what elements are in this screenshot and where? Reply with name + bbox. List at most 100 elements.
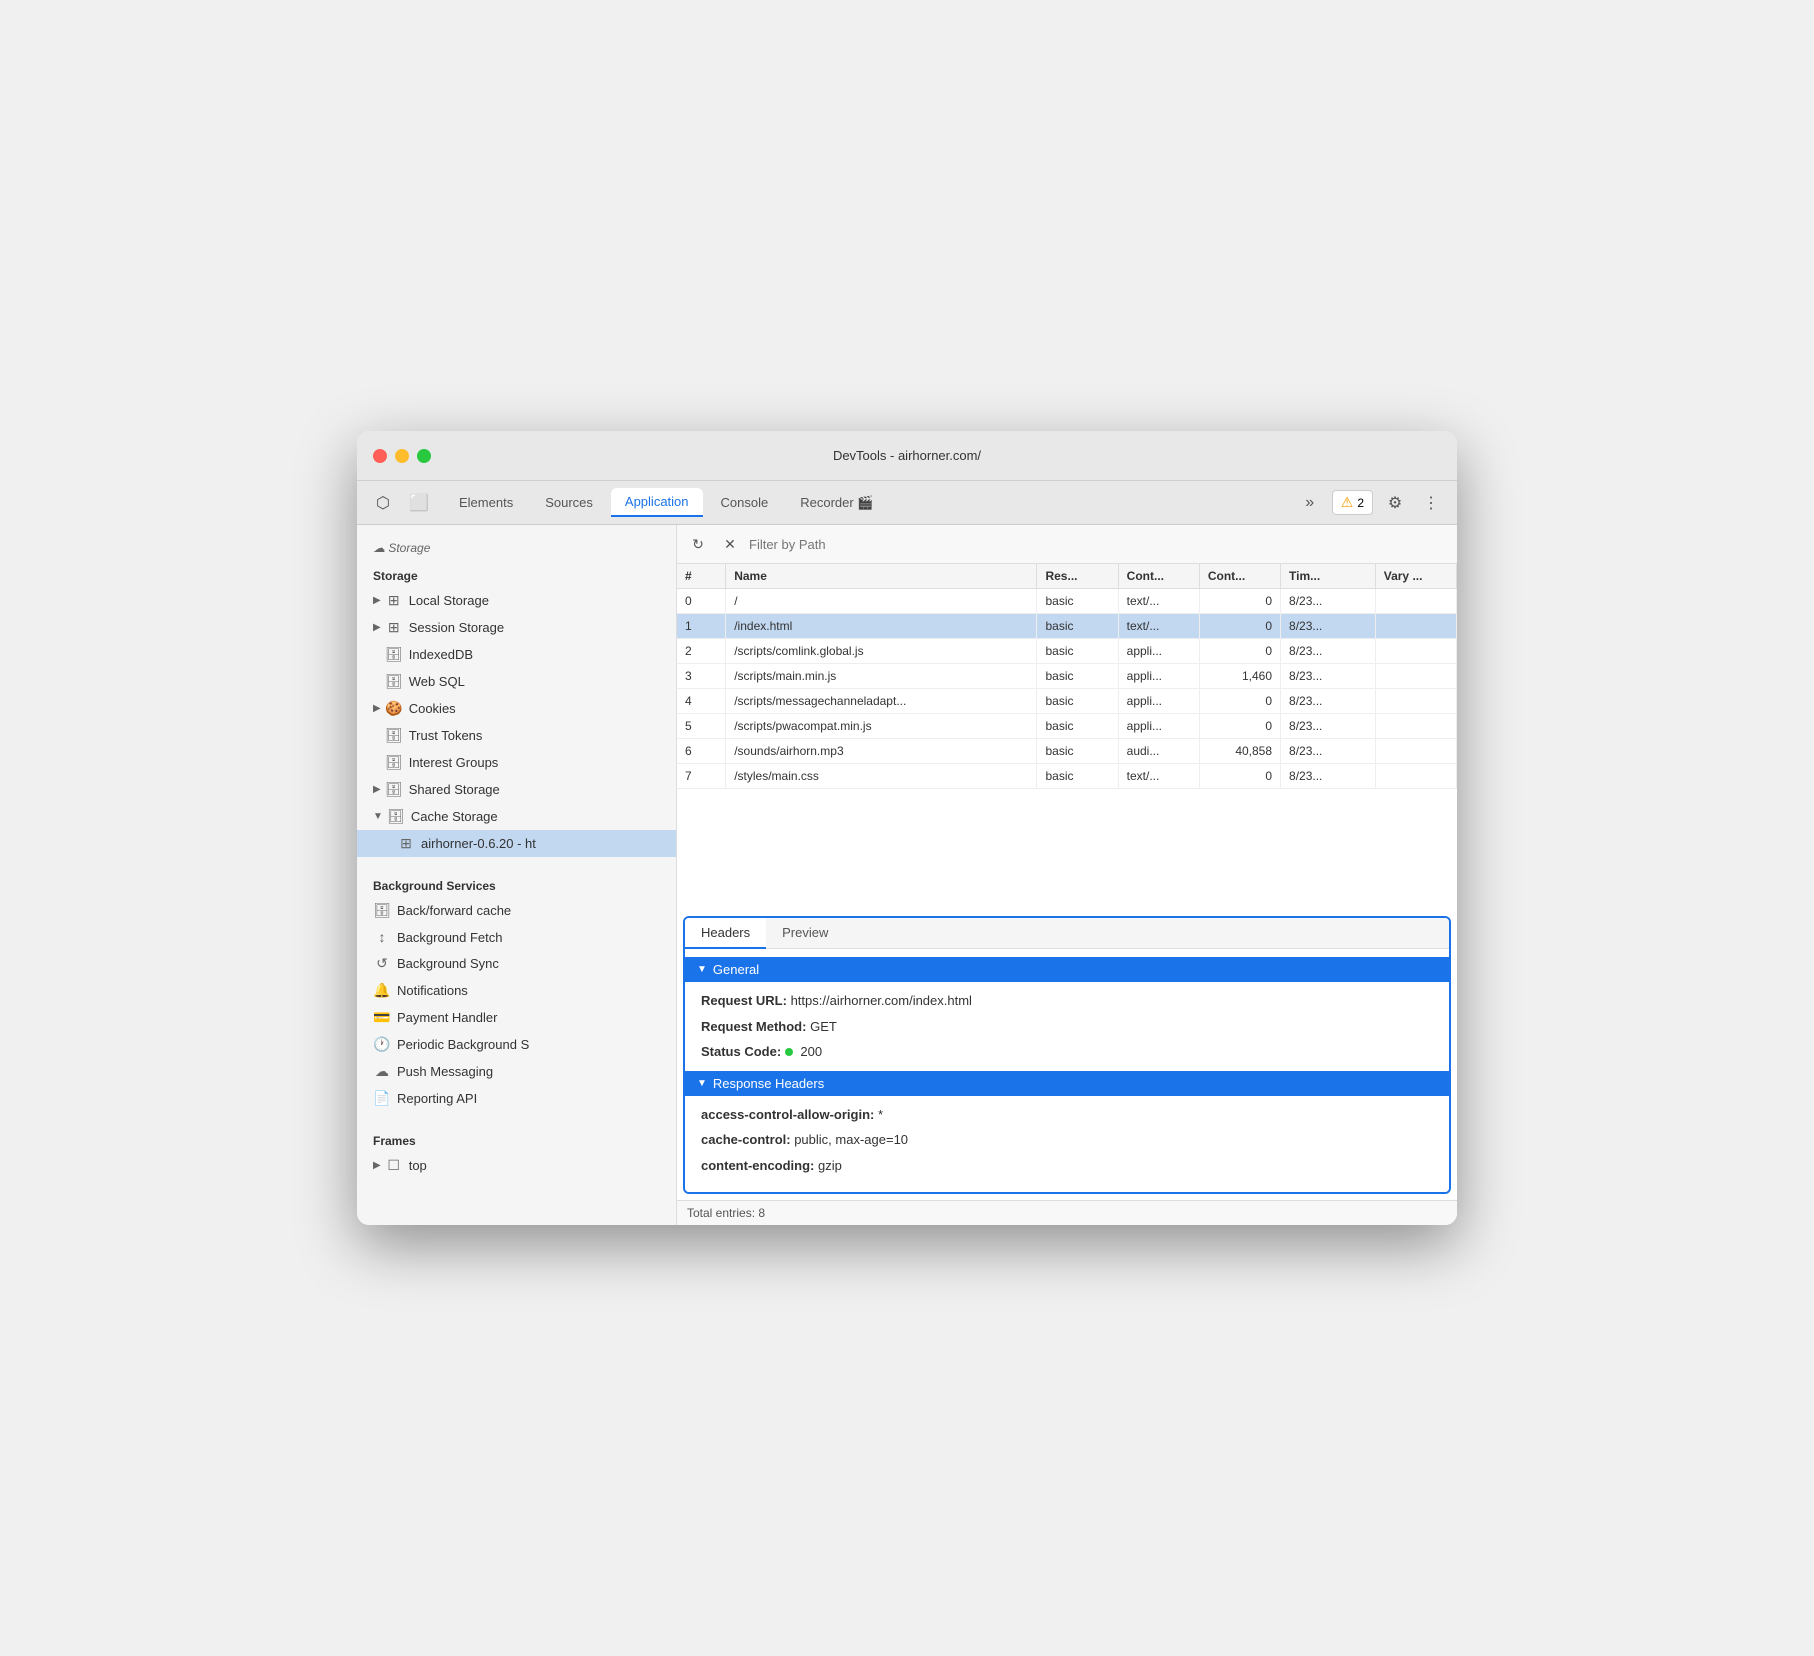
general-section-header[interactable]: ▼ General — [685, 957, 1449, 982]
cookies-label: Cookies — [409, 701, 456, 716]
col-header-num[interactable]: # — [677, 564, 726, 589]
tab-recorder[interactable]: Recorder 🎬 — [786, 489, 887, 517]
sidebar-item-back-forward[interactable]: 🗄 Back/forward cache — [357, 897, 676, 924]
cell-vary — [1375, 639, 1456, 664]
push-messaging-label: Push Messaging — [397, 1064, 493, 1079]
cell-time: 8/23... — [1281, 639, 1376, 664]
col-header-time[interactable]: Tim... — [1281, 564, 1376, 589]
expand-arrow-cookies: ▶ — [373, 703, 381, 714]
col-header-res[interactable]: Res... — [1037, 564, 1118, 589]
cursor-icon[interactable]: ⬡ — [369, 489, 397, 517]
table-row[interactable]: 6 /sounds/airhorn.mp3 basic audi... 40,8… — [677, 739, 1457, 764]
cell-name: /scripts/comlink.global.js — [726, 639, 1037, 664]
sidebar-item-push-messaging[interactable]: ☁ Push Messaging — [357, 1058, 676, 1085]
sidebar: ☁ Storage Storage ▶ ⊞ Local Storage ▶ ⊞ … — [357, 525, 677, 1225]
session-storage-label: Session Storage — [409, 620, 504, 635]
cell-name: /scripts/pwacompat.min.js — [726, 714, 1037, 739]
sidebar-item-periodic-bg[interactable]: 🕐 Periodic Background S — [357, 1031, 676, 1058]
notifications-label: Notifications — [397, 983, 468, 998]
tab-bar: ⬡ ⬜ Elements Sources Application Console… — [357, 481, 1457, 525]
cell-num: 4 — [677, 689, 726, 714]
cell-name: /scripts/main.min.js — [726, 664, 1037, 689]
sidebar-item-cookies[interactable]: ▶ 🍪 Cookies — [357, 695, 676, 722]
cell-res: basic — [1037, 739, 1118, 764]
sidebar-item-session-storage[interactable]: ▶ ⊞ Session Storage — [357, 614, 676, 641]
sidebar-item-websql[interactable]: ▶ 🗄 Web SQL — [357, 668, 676, 695]
shared-storage-label: Shared Storage — [409, 782, 500, 797]
general-entries: Request URL: https://airhorner.com/index… — [685, 982, 1449, 1071]
filter-input[interactable] — [749, 537, 1449, 552]
sidebar-item-payment-handler[interactable]: 💳 Payment Handler — [357, 1004, 676, 1031]
request-url-key: Request URL: — [701, 993, 787, 1008]
indexeddb-label: IndexedDB — [409, 647, 473, 662]
tab-console[interactable]: Console — [707, 489, 783, 516]
cell-vary — [1375, 764, 1456, 789]
sidebar-item-reporting-api[interactable]: 📄 Reporting API — [357, 1085, 676, 1112]
inspect-icon[interactable]: ⬜ — [405, 489, 433, 517]
expand-arrow-cache: ▼ — [373, 811, 383, 822]
close-button[interactable] — [373, 449, 387, 463]
request-url-value: https://airhorner.com/index.html — [791, 993, 972, 1008]
cell-time: 8/23... — [1281, 589, 1376, 614]
storage-section-header: Storage — [357, 559, 676, 587]
bg-sync-icon: ↺ — [373, 955, 391, 972]
status-dot-icon — [785, 1048, 793, 1056]
tab-headers[interactable]: Headers — [685, 918, 766, 949]
table-row[interactable]: 4 /scripts/messagechanneladapt... basic … — [677, 689, 1457, 714]
header-content-encoding-key: content-encoding: — [701, 1158, 814, 1173]
table-row[interactable]: 7 /styles/main.css basic text/... 0 8/23… — [677, 764, 1457, 789]
bg-fetch-label: Background Fetch — [397, 930, 503, 945]
status-code-entry: Status Code: 200 — [701, 1039, 1433, 1065]
col-header-cont1[interactable]: Cont... — [1118, 564, 1199, 589]
sidebar-item-cache-entry[interactable]: ⊞ airhorner-0.6.20 - ht — [357, 830, 676, 857]
sidebar-item-shared-storage[interactable]: ▶ 🗄 Shared Storage — [357, 776, 676, 803]
devtools-window: DevTools - airhorner.com/ ⬡ ⬜ Elements S… — [357, 431, 1457, 1225]
warning-badge[interactable]: ⚠ 2 — [1332, 490, 1373, 515]
table-row[interactable]: 2 /scripts/comlink.global.js basic appli… — [677, 639, 1457, 664]
sidebar-item-bg-fetch[interactable]: ↕ Background Fetch — [357, 924, 676, 950]
tab-sources[interactable]: Sources — [531, 489, 607, 516]
cell-cont2: 0 — [1199, 764, 1280, 789]
more-tabs-icon[interactable]: » — [1296, 489, 1324, 517]
sidebar-item-interest-groups[interactable]: ▶ 🗄 Interest Groups — [357, 749, 676, 776]
cell-res: basic — [1037, 714, 1118, 739]
sidebar-item-cache-storage[interactable]: ▼ 🗄 Cache Storage — [357, 803, 676, 830]
sidebar-item-local-storage[interactable]: ▶ ⊞ Local Storage — [357, 587, 676, 614]
tab-preview[interactable]: Preview — [766, 918, 844, 948]
table-row[interactable]: 1 /index.html basic text/... 0 8/23... — [677, 614, 1457, 639]
table-body: 0 / basic text/... 0 8/23... 1 /index.ht… — [677, 589, 1457, 789]
table-row[interactable]: 5 /scripts/pwacompat.min.js basic appli.… — [677, 714, 1457, 739]
sidebar-item-bg-sync[interactable]: ↺ Background Sync — [357, 950, 676, 977]
clear-button[interactable]: ✕ — [717, 531, 743, 557]
tab-elements[interactable]: Elements — [445, 489, 527, 516]
col-header-name[interactable]: Name — [726, 564, 1037, 589]
more-options-button[interactable]: ⋮ — [1417, 489, 1445, 517]
sidebar-item-indexeddb[interactable]: ▶ 🗄 IndexedDB — [357, 641, 676, 668]
sidebar-item-top-frame[interactable]: ▶ ☐ top — [357, 1152, 676, 1179]
back-forward-icon: 🗄 — [373, 902, 391, 919]
local-storage-icon: ⊞ — [385, 592, 403, 609]
window-title: DevTools - airhorner.com/ — [833, 448, 981, 463]
settings-button[interactable]: ⚙ — [1381, 489, 1409, 517]
response-headers-section[interactable]: ▼ Response Headers — [685, 1071, 1449, 1096]
table-row[interactable]: 3 /scripts/main.min.js basic appli... 1,… — [677, 664, 1457, 689]
col-header-cont2[interactable]: Cont... — [1199, 564, 1280, 589]
sidebar-item-trust-tokens[interactable]: ▶ 🗄 Trust Tokens — [357, 722, 676, 749]
header-acao-entry: access-control-allow-origin: * — [701, 1102, 1433, 1128]
refresh-button[interactable]: ↻ — [685, 531, 711, 557]
minimize-button[interactable] — [395, 449, 409, 463]
tab-application[interactable]: Application — [611, 488, 703, 517]
col-header-vary[interactable]: Vary ... — [1375, 564, 1456, 589]
sidebar-item-notifications[interactable]: 🔔 Notifications — [357, 977, 676, 1004]
cell-num: 5 — [677, 714, 726, 739]
cell-cont1: text/... — [1118, 764, 1199, 789]
cell-num: 0 — [677, 589, 726, 614]
header-content-encoding-entry: content-encoding: gzip — [701, 1153, 1433, 1179]
cell-vary — [1375, 664, 1456, 689]
payment-handler-label: Payment Handler — [397, 1010, 497, 1025]
table-row[interactable]: 0 / basic text/... 0 8/23... — [677, 589, 1457, 614]
cell-cont2: 40,858 — [1199, 739, 1280, 764]
maximize-button[interactable] — [417, 449, 431, 463]
cell-cont2: 0 — [1199, 639, 1280, 664]
traffic-lights — [373, 449, 431, 463]
